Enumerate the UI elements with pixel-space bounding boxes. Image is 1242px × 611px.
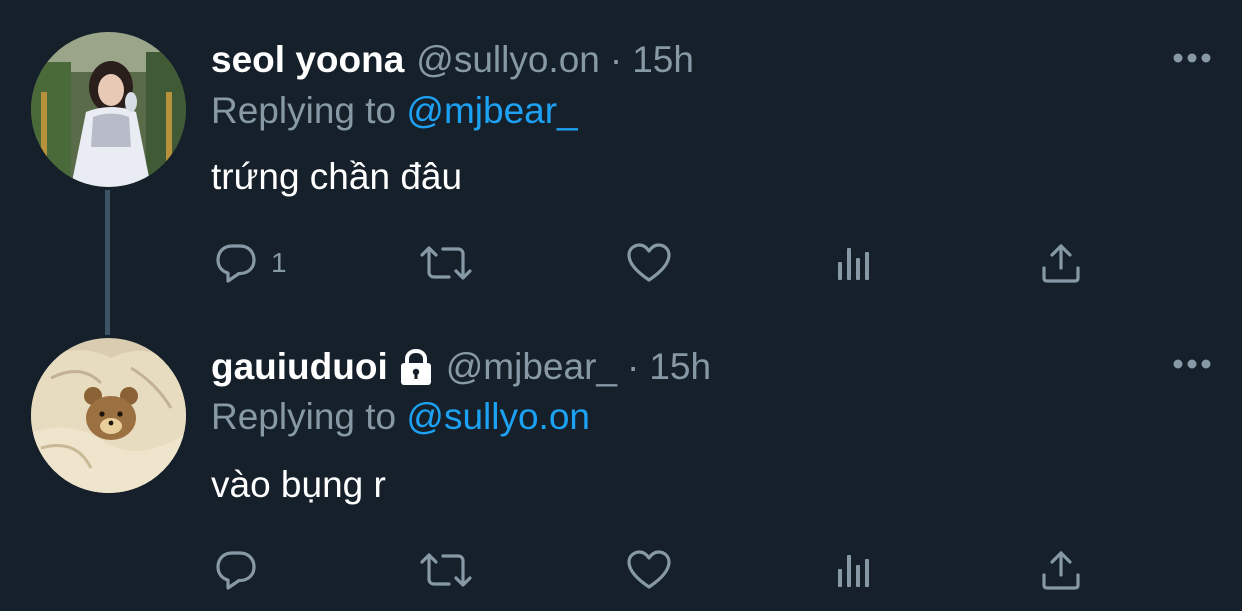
replying-to: Replying to @mjbear_ bbox=[211, 90, 578, 132]
reply-button[interactable]: 1 bbox=[213, 238, 287, 288]
reply-count: 1 bbox=[271, 247, 287, 278]
tweet[interactable]: gauiuduoi @mjbear_ · 15h Replying to @su… bbox=[0, 306, 1242, 611]
share-button[interactable] bbox=[1038, 238, 1084, 288]
heart-icon bbox=[627, 550, 671, 589]
replying-to-label: Replying to bbox=[211, 90, 407, 131]
analytics-button[interactable] bbox=[832, 545, 878, 595]
retweet-icon bbox=[420, 553, 472, 587]
replying-to-label: Replying to bbox=[211, 396, 407, 437]
avatar[interactable] bbox=[31, 338, 186, 493]
reply-icon bbox=[216, 551, 256, 590]
share-icon bbox=[1042, 551, 1080, 590]
display-name[interactable]: seol yoona bbox=[211, 39, 404, 81]
tweet-text: trứng chần đâu bbox=[211, 156, 463, 197]
more-horizontal-icon[interactable] bbox=[1172, 358, 1212, 370]
analytics-button[interactable] bbox=[832, 238, 878, 288]
share-button[interactable] bbox=[1038, 545, 1084, 595]
avatar[interactable] bbox=[31, 32, 186, 187]
separator-dot: · bbox=[609, 39, 623, 80]
reply-icon bbox=[216, 244, 256, 283]
retweet-button[interactable] bbox=[418, 238, 474, 288]
lock-icon bbox=[398, 348, 434, 386]
avatar-image bbox=[31, 338, 186, 493]
like-button[interactable] bbox=[626, 545, 672, 595]
tweet-text: vào bụng r bbox=[211, 464, 386, 505]
separator-dot: · bbox=[626, 346, 640, 387]
user-handle[interactable]: @sullyo.on bbox=[416, 39, 600, 81]
replying-to-handle[interactable]: @mjbear_ bbox=[406, 90, 577, 131]
retweet-button[interactable] bbox=[418, 545, 474, 595]
more-horizontal-icon[interactable] bbox=[1172, 52, 1212, 64]
user-handle[interactable]: @mjbear_ bbox=[446, 346, 617, 388]
tweet[interactable]: seol yoona @sullyo.on · 15h Replying to … bbox=[0, 0, 1242, 335]
avatar-image bbox=[31, 32, 186, 187]
tweet-actions bbox=[0, 545, 1242, 595]
reply-button[interactable] bbox=[213, 545, 259, 595]
retweet-icon bbox=[420, 246, 472, 280]
timestamp[interactable]: 15h bbox=[649, 346, 711, 388]
replying-to: Replying to @sullyo.on bbox=[211, 396, 590, 438]
tweet-actions: 1 bbox=[0, 238, 1242, 288]
analytics-icon bbox=[838, 248, 869, 280]
display-name[interactable]: gauiuduoi bbox=[211, 346, 388, 388]
tweet-header: gauiuduoi @mjbear_ · 15h bbox=[211, 342, 711, 392]
like-button[interactable] bbox=[626, 238, 672, 288]
analytics-icon bbox=[838, 555, 869, 587]
heart-icon bbox=[627, 243, 671, 282]
replying-to-handle[interactable]: @sullyo.on bbox=[406, 396, 590, 437]
timestamp[interactable]: 15h bbox=[632, 39, 694, 81]
share-icon bbox=[1042, 244, 1080, 283]
tweet-header: seol yoona @sullyo.on · 15h bbox=[211, 35, 694, 85]
